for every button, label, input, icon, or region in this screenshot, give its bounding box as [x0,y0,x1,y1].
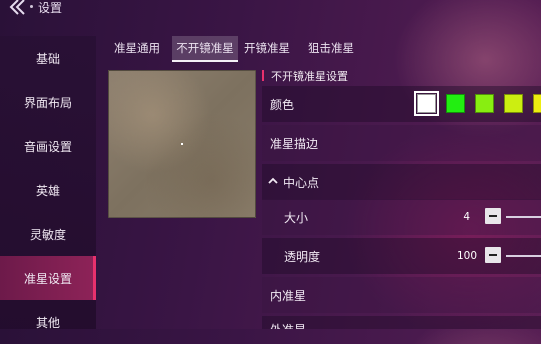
opacity-slider[interactable] [506,255,541,257]
sidebar-item-label: 准星设置 [23,271,72,286]
tab-crosshair-general[interactable]: 准星通用 [106,36,168,60]
outline-row[interactable]: 准星描边 [262,125,541,161]
sidebar-item-layout[interactable]: 界面布局 [0,80,96,124]
sidebar-item-sensitivity[interactable]: 灵敏度 [0,212,96,256]
sidebar-item-label: 其他 [35,315,60,330]
color-swatch-yellow-green[interactable] [504,94,523,113]
sidebar-item-other[interactable]: 其他 [0,300,96,344]
color-swatch-lime[interactable] [475,94,494,113]
tab-no-scope-crosshair[interactable]: 不开镜准星 [172,36,238,62]
size-decrease-button[interactable] [485,208,501,224]
title-separator [30,5,33,8]
sidebar-item-label: 英雄 [35,183,60,198]
crosshair-center-dot [181,143,183,145]
tab-scope-crosshair[interactable]: 开镜准星 [240,36,294,60]
section-title: 不开镜准星设置 [271,70,348,83]
top-bar: 设置 [0,0,541,22]
crosshair-preview [108,70,256,218]
sidebar-item-label: 基础 [35,51,60,66]
center-dot-row[interactable]: 中心点 [262,164,541,200]
sidebar-item-hero[interactable]: 英雄 [0,168,96,212]
color-swatch-green[interactable] [446,94,465,113]
sidebar-item-label: 灵敏度 [29,227,66,242]
center-dot-label: 中心点 [283,176,320,190]
size-value: 4 [463,211,470,223]
chevron-up-icon [268,177,278,184]
color-swatch-yellow[interactable] [533,94,541,113]
sidebar: 基础 界面布局 音画设置 英雄 灵敏度 准星设置 其他 [0,36,96,330]
color-row: 颜色 [262,86,541,122]
opacity-value: 100 [456,250,477,262]
sidebar-item-label: 界面布局 [23,95,72,110]
sidebar-item-crosshair[interactable]: 准星设置 [0,256,96,300]
size-label: 大小 [284,211,309,225]
sidebar-item-basic[interactable]: 基础 [0,36,96,80]
outer-crosshair-row[interactable]: 外准星 [262,316,541,329]
opacity-decrease-button[interactable] [485,247,501,263]
outline-label: 准星描边 [270,137,319,151]
section-accent-bar [262,70,264,81]
opacity-label: 透明度 [284,250,321,264]
sidebar-item-label: 音画设置 [23,139,72,154]
color-swatch-white[interactable] [414,91,439,116]
tab-label: 准星通用 [114,41,160,55]
outer-crosshair-label: 外准星 [270,321,306,329]
inner-crosshair-row[interactable]: 内准星 [262,277,541,313]
inner-crosshair-label: 内准星 [270,289,307,303]
tab-label: 狙击准星 [308,41,354,55]
tab-label: 开镜准星 [244,41,290,55]
back-icon[interactable] [8,0,30,17]
color-label: 颜色 [270,98,295,112]
page-title: 设置 [38,1,63,15]
sidebar-item-audio-video[interactable]: 音画设置 [0,124,96,168]
tab-sniper-crosshair[interactable]: 狙击准星 [304,36,358,60]
tab-label: 不开镜准星 [176,41,234,55]
size-slider[interactable] [506,216,541,218]
